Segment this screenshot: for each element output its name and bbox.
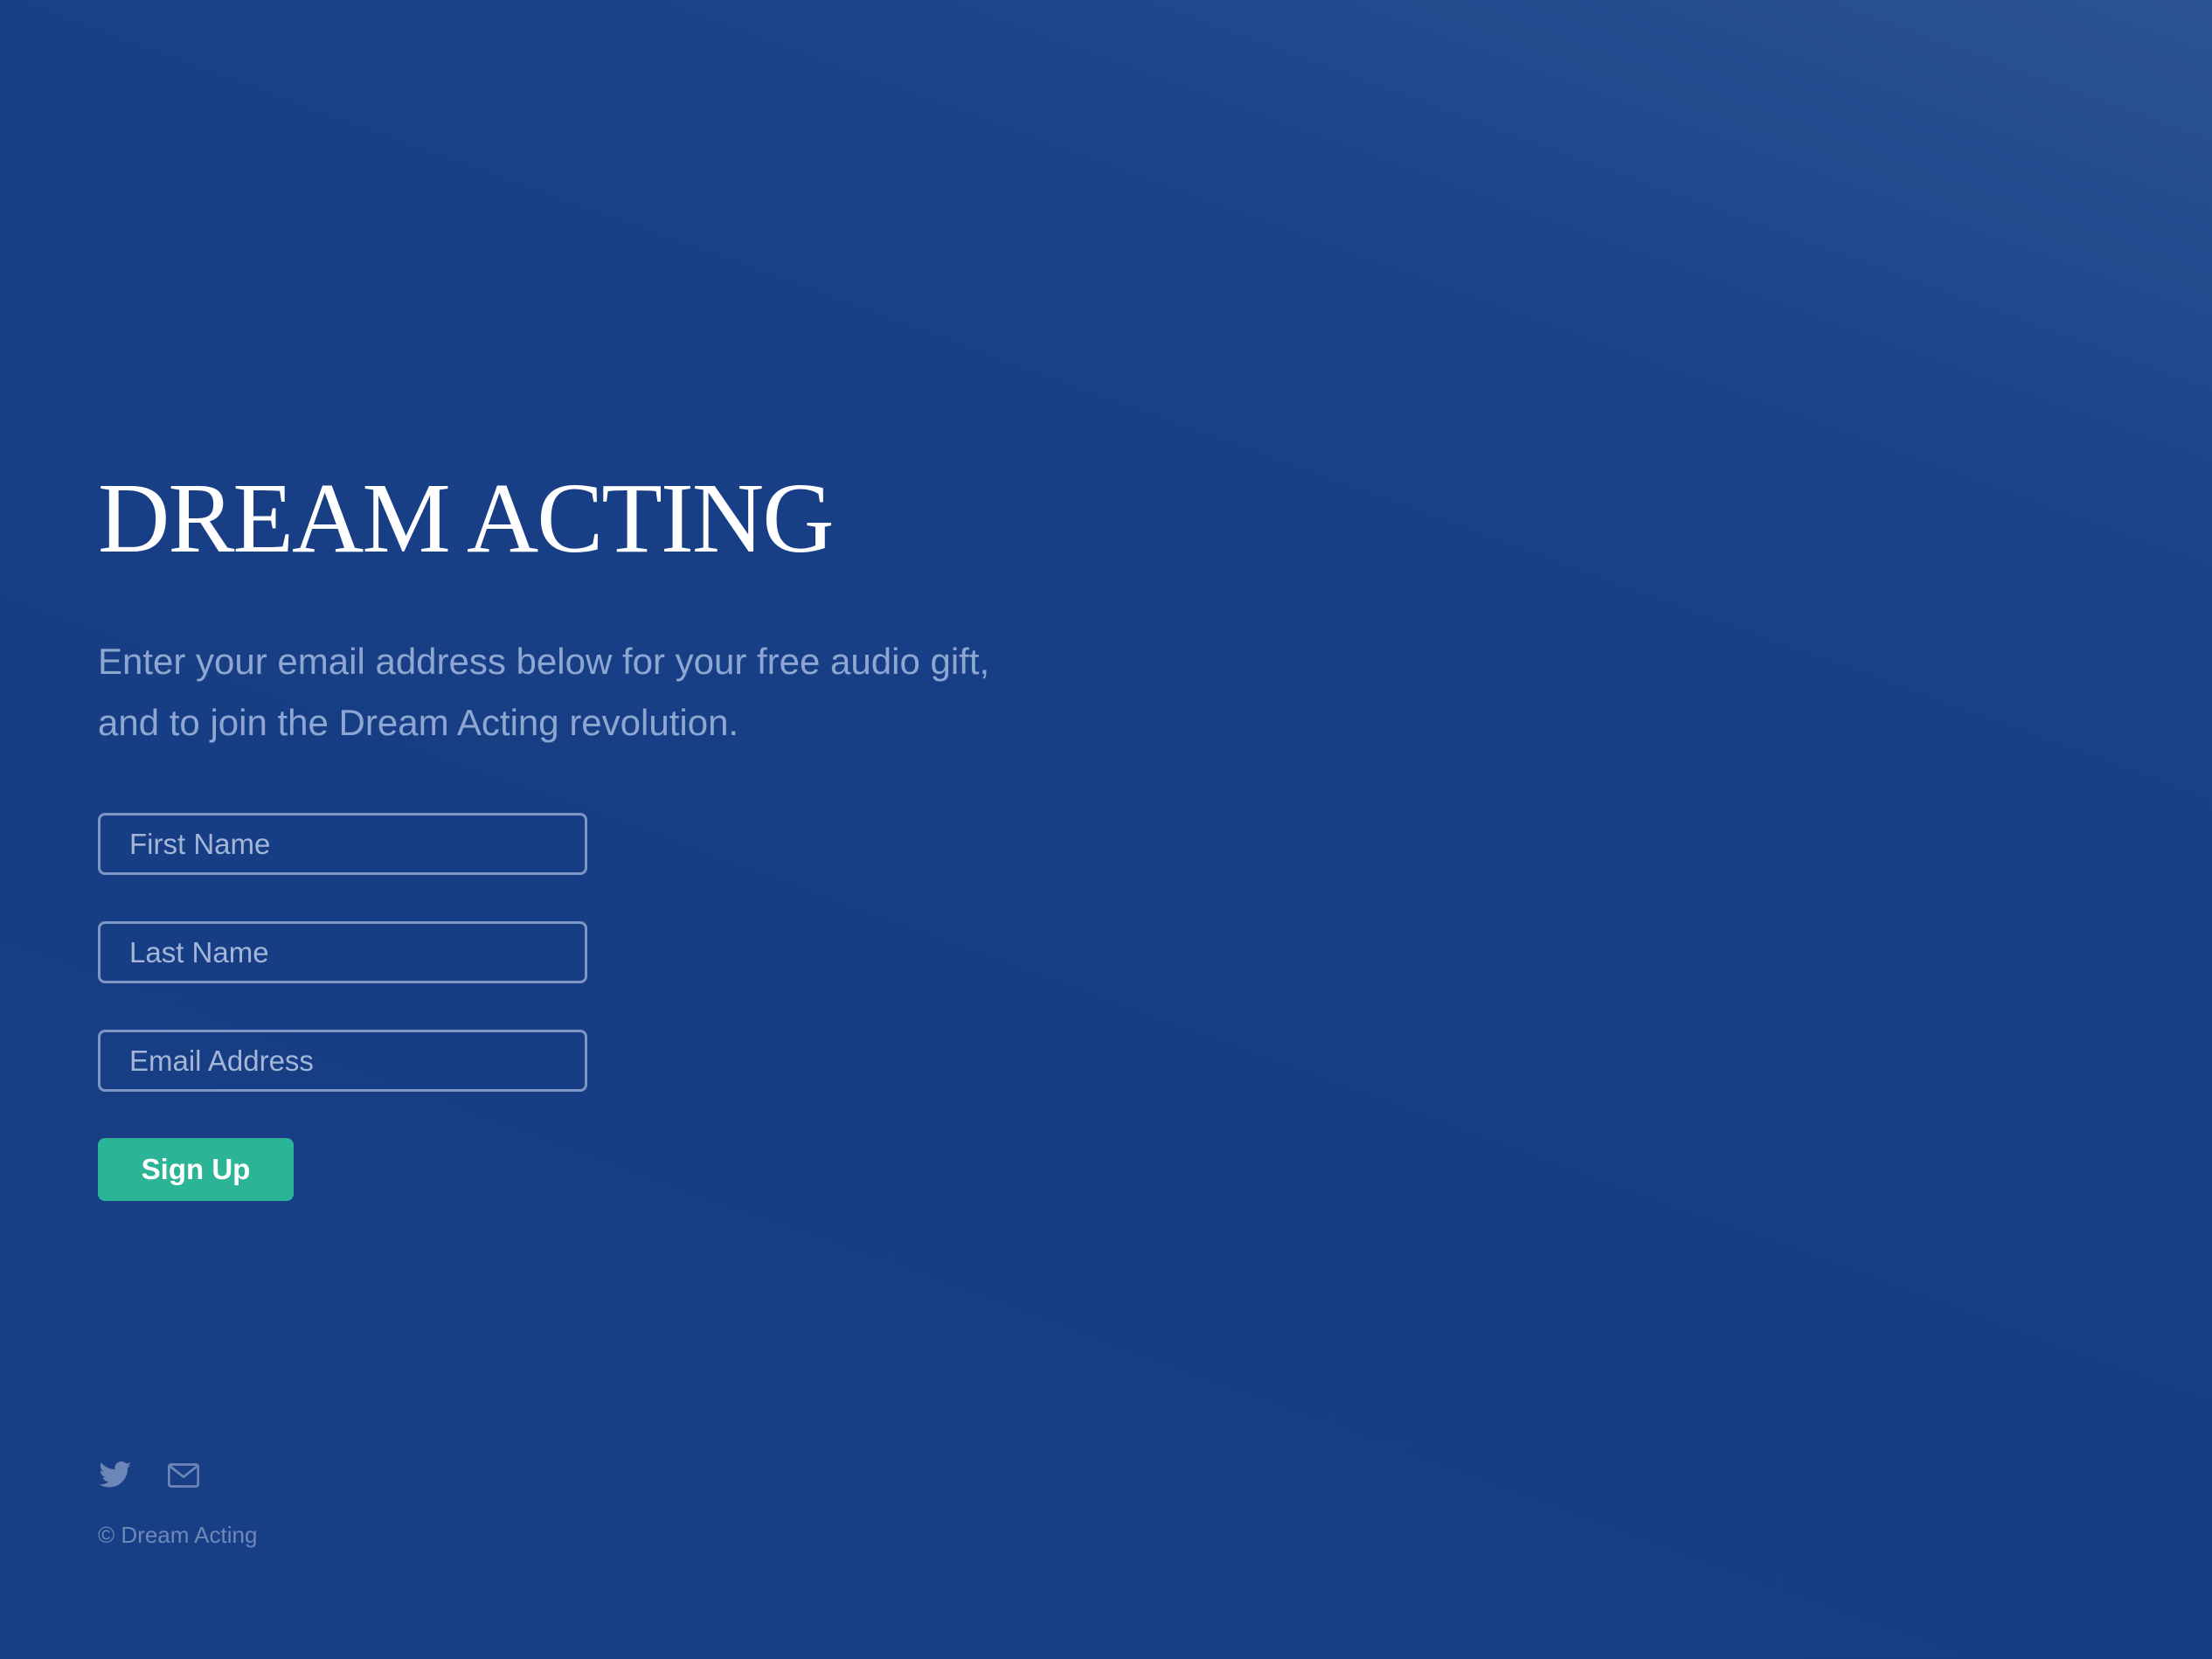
email-input[interactable] <box>98 1030 587 1092</box>
brand-title: DREAM ACTING <box>98 462 835 573</box>
twitter-icon <box>99 1461 132 1488</box>
sign-up-button[interactable]: Sign Up <box>98 1138 294 1201</box>
email-link[interactable] <box>166 1458 201 1493</box>
twitter-link[interactable] <box>98 1458 133 1493</box>
intro-text: Enter your email address below for your … <box>98 631 1147 753</box>
signup-page: DREAM ACTING Enter your email address be… <box>98 0 1321 1659</box>
first-name-input[interactable] <box>98 813 587 875</box>
social-links <box>98 1458 201 1493</box>
intro-line-2: and to join the Dream Acting revolution. <box>98 702 739 743</box>
intro-line-1: Enter your email address below for your … <box>98 641 990 682</box>
last-name-input[interactable] <box>98 921 587 983</box>
copyright-text: © Dream Acting <box>98 1522 258 1548</box>
mail-icon <box>168 1463 199 1488</box>
